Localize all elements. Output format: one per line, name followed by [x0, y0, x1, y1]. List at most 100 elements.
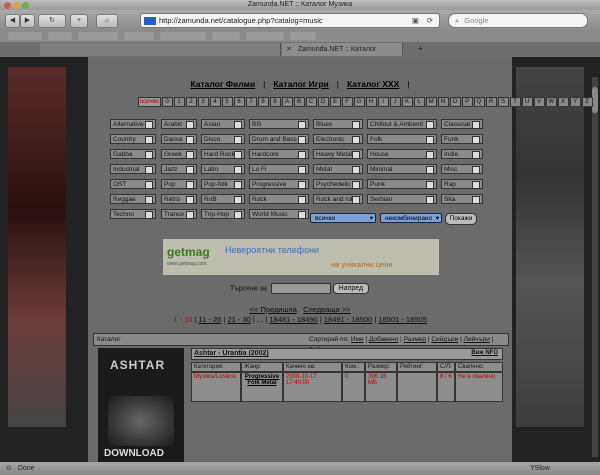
genre-checkbox[interactable] [472, 136, 480, 144]
genre-checkbox[interactable] [234, 181, 242, 189]
letter-filter-item[interactable]: G [353, 97, 365, 107]
letter-filter-item[interactable]: C [305, 97, 317, 107]
select-all-dropdown[interactable]: всички ▾ [310, 213, 376, 223]
genre-checkbox-item[interactable]: Electronic [313, 134, 363, 144]
bookmark-item[interactable] [246, 32, 284, 40]
genre-checkbox[interactable] [426, 181, 434, 189]
bookmark-item[interactable] [160, 32, 206, 40]
combine-dropdown[interactable]: некомбинирано ▾ [380, 213, 442, 223]
reload-button[interactable]: ↻ [38, 14, 66, 28]
genre-checkbox[interactable] [426, 166, 434, 174]
genre-checkbox[interactable] [186, 211, 194, 219]
genre-checkbox-item[interactable]: World Music [249, 209, 309, 219]
genre-checkbox[interactable] [145, 181, 153, 189]
catalog-search-input[interactable] [270, 283, 331, 294]
genre-checkbox[interactable] [352, 151, 360, 159]
letter-filter-item[interactable]: O [449, 97, 461, 107]
genre-checkbox[interactable] [186, 121, 194, 129]
genre-checkbox[interactable] [298, 166, 306, 174]
genre-checkbox[interactable] [145, 196, 153, 204]
genre-checkbox[interactable] [472, 196, 480, 204]
letter-filter-item[interactable]: 3 [197, 97, 209, 107]
genre-checkbox-item[interactable]: Trance [161, 209, 197, 219]
genre-checkbox-item[interactable]: Indie [441, 149, 483, 159]
letter-filter-item[interactable]: U [521, 97, 533, 107]
catalog-films-link[interactable]: Каталог Филми [190, 79, 255, 89]
search-field[interactable]: ⌕ Google [448, 13, 588, 28]
genre-checkbox-item[interactable]: Latin [201, 164, 245, 174]
genre-checkbox[interactable] [145, 136, 153, 144]
genre-checkbox-item[interactable]: Pop [161, 179, 197, 189]
genre-checkbox-item[interactable]: Trip-Hop [201, 209, 245, 219]
bookmark-item[interactable] [78, 32, 118, 40]
letter-filter-item[interactable]: E [329, 97, 341, 107]
letter-filter-item[interactable]: Q [473, 97, 485, 107]
genre-checkbox-item[interactable]: Dance [161, 134, 197, 144]
scrollbar[interactable] [592, 77, 598, 457]
genre-checkbox-item[interactable]: Psychedelic [313, 179, 363, 189]
forward-button[interactable]: ▶ [20, 14, 35, 28]
yslow-label[interactable]: YSlow [530, 462, 550, 475]
add-bookmark-button[interactable]: + [70, 14, 88, 28]
letter-filter-item[interactable]: X [557, 97, 569, 107]
letter-filter-item[interactable]: L [413, 97, 425, 107]
genre-checkbox-item[interactable]: Pop-folk [201, 179, 245, 189]
genre-checkbox-item[interactable]: Misc [441, 164, 483, 174]
letter-filter-item[interactable]: M [425, 97, 437, 107]
page-range-link[interactable]: 18491 - 18500 [324, 315, 372, 324]
genre-checkbox-item[interactable]: Progressive [249, 179, 309, 189]
view-nfo-link[interactable]: Виж NFO [471, 350, 498, 356]
genre-checkbox[interactable] [298, 181, 306, 189]
genre-checkbox-item[interactable]: Reggae [110, 194, 156, 204]
bookmark-item[interactable] [124, 32, 154, 40]
genre-checkbox[interactable] [472, 166, 480, 174]
genre-checkbox[interactable] [472, 121, 480, 129]
genre-checkbox[interactable] [426, 136, 434, 144]
genre-checkbox[interactable] [234, 211, 242, 219]
genre-checkbox[interactable] [426, 151, 434, 159]
genre-checkbox[interactable] [145, 151, 153, 159]
genre-checkbox-item[interactable]: Rock [249, 194, 309, 204]
genre-checkbox-item[interactable]: Arabic [161, 119, 197, 129]
genre-checkbox[interactable] [234, 151, 242, 159]
detail-column-value[interactable]: 8 / 6 [437, 372, 455, 402]
letter-filter-item[interactable]: R [485, 97, 497, 107]
genre-checkbox-item[interactable]: Asian [201, 119, 245, 129]
genre-checkbox-item[interactable]: Minimal [367, 164, 437, 174]
genre-checkbox[interactable] [298, 211, 306, 219]
genre-checkbox-item[interactable]: Metal [313, 164, 363, 174]
letter-filter-item[interactable]: 5 [221, 97, 233, 107]
genre-checkbox[interactable] [352, 121, 360, 129]
page-range-link[interactable]: 11 - 20 [199, 315, 222, 324]
sort-option-link[interactable]: Име [351, 336, 364, 343]
sort-option-link[interactable]: Размер [404, 336, 426, 343]
letter-filter-item[interactable]: всички [138, 97, 161, 107]
genre-checkbox[interactable] [145, 121, 153, 129]
genre-checkbox[interactable] [186, 151, 194, 159]
detail-column-value[interactable]: Progressive Folk Metal [241, 372, 283, 402]
prev-page-link[interactable]: << Предишна [249, 305, 296, 314]
letter-filter-item[interactable]: 8 [257, 97, 269, 107]
sort-option-link[interactable]: Лийчъри [464, 336, 490, 343]
genre-checkbox[interactable] [234, 166, 242, 174]
letter-filter-item[interactable]: 1 [173, 97, 185, 107]
sort-option-link[interactable]: Сийдъри [431, 336, 458, 343]
genre-checkbox[interactable] [472, 151, 480, 159]
genre-checkbox-item[interactable]: Disco [201, 134, 245, 144]
letter-filter-item[interactable]: D [317, 97, 329, 107]
genre-checkbox[interactable] [234, 196, 242, 204]
letter-filter-item[interactable]: A [281, 97, 293, 107]
letter-filter-item[interactable]: F [341, 97, 353, 107]
letter-filter-item[interactable]: T [509, 97, 521, 107]
genre-checkbox-item[interactable]: OST [110, 179, 156, 189]
genre-checkbox[interactable] [352, 196, 360, 204]
page-range-link[interactable]: 18481 - 18490 [269, 315, 317, 324]
genre-checkbox-item[interactable]: Lo Fi [249, 164, 309, 174]
home-button[interactable]: ⌂ [96, 14, 118, 28]
back-button[interactable]: ◀ [5, 14, 20, 28]
getmag-banner[interactable]: getmag www.getmag.com Невероятни телефон… [163, 239, 439, 275]
genre-checkbox[interactable] [426, 196, 434, 204]
detail-column-value[interactable]: 0 [342, 372, 365, 402]
genre-checkbox[interactable] [186, 196, 194, 204]
catalog-xxx-link[interactable]: Каталог XXX [347, 79, 399, 89]
